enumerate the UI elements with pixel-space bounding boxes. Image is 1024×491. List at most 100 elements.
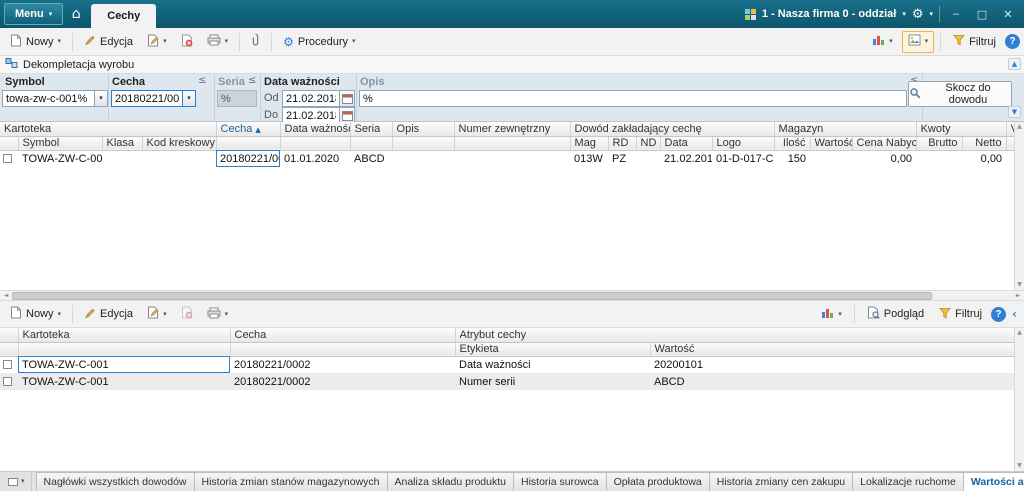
- attrs-print-button[interactable]: ▾: [201, 303, 235, 325]
- cell-data[interactable]: 21.02.2018: [660, 150, 713, 167]
- symbol-filter-input[interactable]: [2, 90, 95, 107]
- cell-logo[interactable]: 01-D-017-C: [712, 150, 775, 167]
- tab-historia-stanow[interactable]: Historia zmian stanów magazynowych: [193, 472, 388, 491]
- cell-brutto[interactable]: [916, 150, 963, 167]
- col-header-kartoteka[interactable]: Kartoteka: [18, 328, 231, 343]
- col-header-wartosc[interactable]: Wartość: [650, 342, 1015, 357]
- close-button[interactable]: ✕: [998, 5, 1018, 23]
- col-header-logo[interactable]: Logo: [712, 136, 775, 151]
- col-header-cecha[interactable]: Cecha: [230, 328, 456, 343]
- print-button[interactable]: ▾: [201, 31, 235, 53]
- preview-button[interactable]: Podgląd: [861, 303, 930, 325]
- chart-button[interactable]: ▾: [866, 31, 899, 53]
- col-header-kartoteka[interactable]: Kartoteka: [0, 122, 217, 137]
- col-header-data-waznosci[interactable]: Data ważności: [280, 122, 351, 137]
- tab-oplata-produktowa[interactable]: Opłata produktowa: [605, 472, 710, 491]
- col-header-kod-kreskowy[interactable]: Kod kreskowy: [142, 136, 217, 151]
- cell-etykieta[interactable]: Data ważności: [455, 356, 650, 373]
- cecha-combo-chevron-down-icon[interactable]: ▾: [183, 90, 196, 107]
- attrs-new-button[interactable]: Nowy ▾: [4, 303, 67, 325]
- cell-numer-zewnetrzny[interactable]: [454, 150, 571, 167]
- scroll-up-icon[interactable]: ▲: [1017, 330, 1022, 336]
- cell-data-waznosci[interactable]: 01.01.2020: [280, 150, 351, 167]
- attachment-button[interactable]: [245, 31, 266, 53]
- procedures-button[interactable]: ⚙ Procedury ▾: [277, 31, 361, 53]
- gear-icon[interactable]: ⚙: [912, 8, 924, 21]
- cell-wartosc[interactable]: 20200101: [650, 356, 1015, 373]
- col-header-numer-zewnetrzny[interactable]: Numer zewnętrzny: [454, 122, 571, 137]
- cell-etykieta[interactable]: Numer serii: [455, 373, 650, 390]
- dekompletacja-button[interactable]: Dekompletacja wyrobu: [23, 59, 134, 71]
- row-checkbox[interactable]: [3, 360, 12, 370]
- col-header-nd[interactable]: ND: [636, 136, 661, 151]
- cell-cena-nabycia[interactable]: 0,00: [852, 150, 917, 167]
- cell-symbol[interactable]: TOWA-ZW-C-001: [18, 150, 102, 167]
- col-header-cecha[interactable]: Cecha ▲: [216, 122, 281, 137]
- col-header-magazyn[interactable]: Magazyn: [774, 122, 917, 137]
- tab-analiza-skladu[interactable]: Analiza składu produktu: [386, 472, 514, 491]
- scroll-down-icon[interactable]: ▼: [1017, 282, 1022, 288]
- col-header-dowod[interactable]: Dowód zakładający cechę: [570, 122, 775, 137]
- cell-cecha-selected[interactable]: 20180221/0002: [216, 150, 281, 167]
- cell-seria[interactable]: ABCD: [350, 150, 393, 167]
- cell-opis[interactable]: [392, 150, 455, 167]
- col-header-data[interactable]: Data: [660, 136, 713, 151]
- collapse-up-button[interactable]: ▲: [1008, 58, 1021, 70]
- opis-filter-input[interactable]: [359, 90, 907, 107]
- collapse-left-icon[interactable]: ‹: [1009, 308, 1020, 320]
- col-header-atrybut-cechy[interactable]: Atrybut cechy: [455, 328, 1015, 343]
- scroll-down-icon[interactable]: ▼: [1017, 463, 1022, 469]
- minimize-button[interactable]: –: [946, 5, 966, 23]
- view-button[interactable]: ▾: [901, 30, 935, 53]
- cecha-filter-input[interactable]: [111, 90, 183, 107]
- settings-chevron-down-icon[interactable]: ▾: [929, 10, 933, 18]
- cell-kartoteka[interactable]: TOWA-ZW-C-001: [18, 373, 230, 390]
- row-checkbox[interactable]: [3, 377, 12, 387]
- cell-kartoteka-selected[interactable]: TOWA-ZW-C-001: [18, 356, 230, 373]
- cell-klasa[interactable]: [102, 150, 142, 167]
- help-button[interactable]: ?: [1005, 34, 1020, 49]
- jump-to-document-button[interactable]: Skocz do dowodu: [908, 81, 1012, 107]
- collapse-down-button[interactable]: ▼: [1008, 106, 1021, 118]
- tab-bar-menu-button[interactable]: ▾: [2, 472, 32, 491]
- date-from-input[interactable]: [282, 90, 340, 107]
- tab-historia-cen-zakupu[interactable]: Historia zmiany cen zakupu: [708, 472, 854, 491]
- table-row[interactable]: TOWA-ZW-C-001 20180221/0002 Numer serii …: [0, 373, 1015, 390]
- menu-button[interactable]: Menu ▾: [4, 3, 64, 25]
- edit-button[interactable]: Edycja: [78, 31, 139, 53]
- cell-mag[interactable]: 013W: [570, 150, 609, 167]
- col-header-brutto[interactable]: Brutto: [916, 136, 963, 151]
- tab-historia-surowca[interactable]: Historia surowca: [513, 472, 607, 491]
- cell-wartosc[interactable]: [810, 150, 853, 167]
- col-header-netto[interactable]: Netto: [962, 136, 1007, 151]
- col-header-opis[interactable]: Opis: [392, 122, 455, 137]
- scroll-up-icon[interactable]: ▲: [1017, 124, 1022, 130]
- attrs-chart-button[interactable]: ▾: [815, 303, 848, 325]
- attrs-delete-button[interactable]: [175, 303, 199, 325]
- attrs-filter-button[interactable]: Filtruj: [933, 303, 988, 325]
- company-chevron-down-icon[interactable]: ▾: [902, 10, 906, 18]
- attrs-edit-button[interactable]: Edycja: [78, 303, 139, 325]
- row-checkbox[interactable]: [3, 154, 12, 164]
- cell-cecha[interactable]: 20180221/0002: [230, 356, 455, 373]
- filter-button[interactable]: Filtruj: [947, 31, 1002, 53]
- cecha-filter-op-icon[interactable]: ≤: [198, 76, 206, 86]
- col-header-cena-nabycia[interactable]: Cena Nabycia: [852, 136, 917, 151]
- cell-netto[interactable]: 0,00: [962, 150, 1007, 167]
- horizontal-scrollbar[interactable]: ◄ ►: [0, 290, 1024, 301]
- vertical-scrollbar[interactable]: ▲ ▼: [1014, 122, 1024, 290]
- col-header-kwoty[interactable]: Kwoty: [916, 122, 1007, 137]
- table-row[interactable]: TOWA-ZW-C-001 20180221/0002 01.01.2020 A…: [0, 150, 1015, 167]
- scrollbar-thumb[interactable]: [12, 292, 932, 300]
- cell-nd[interactable]: [636, 150, 661, 167]
- scroll-right-icon[interactable]: ►: [1013, 292, 1023, 300]
- tab-lokalizacje-ruchome[interactable]: Lokalizacje ruchome: [852, 472, 964, 491]
- delete-button[interactable]: [175, 31, 199, 53]
- tab-cechy[interactable]: Cechy: [91, 4, 157, 28]
- attrs-help-button[interactable]: ?: [991, 306, 1007, 322]
- calendar-from-button[interactable]: [339, 90, 355, 107]
- col-header-seria[interactable]: Seria: [350, 122, 393, 137]
- cell-rd[interactable]: PZ: [608, 150, 637, 167]
- col-header-etykieta[interactable]: Etykieta: [455, 342, 651, 357]
- tab-wartosci-atrybutow[interactable]: Wartości atrybutów: [962, 472, 1024, 491]
